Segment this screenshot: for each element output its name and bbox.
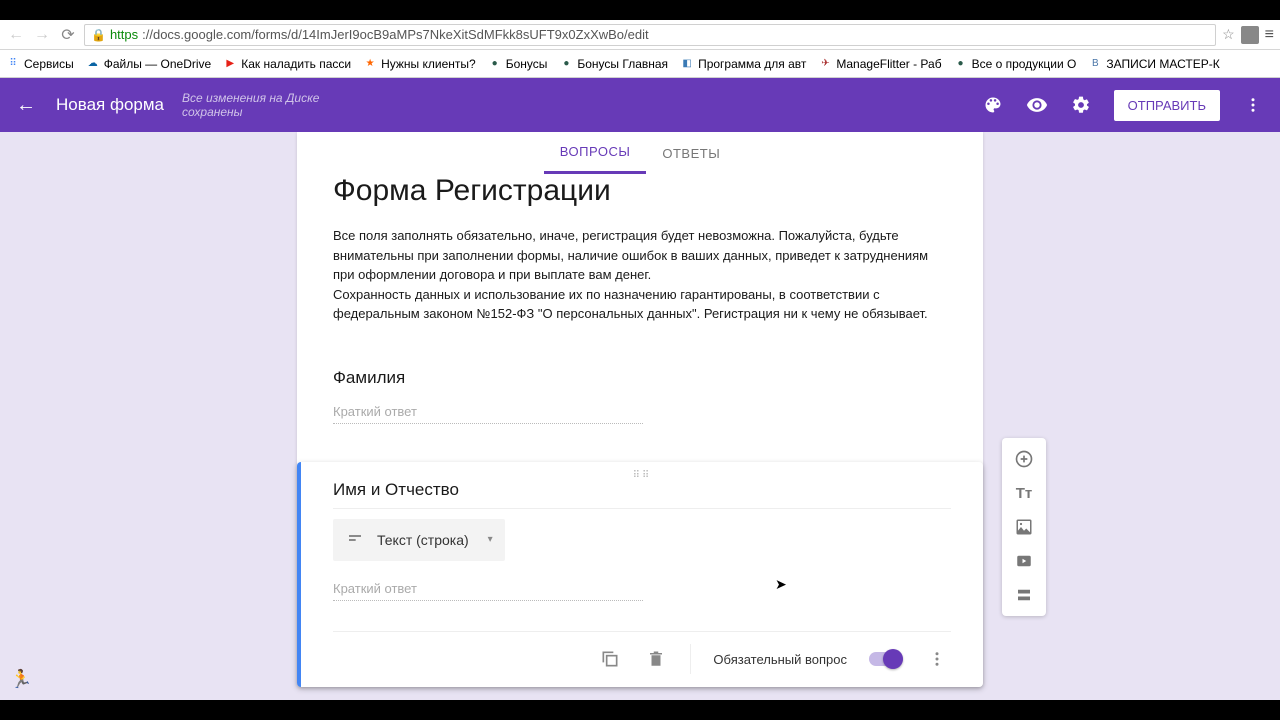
short-text-icon	[347, 530, 363, 549]
preview-icon[interactable]	[1026, 94, 1048, 116]
bookmark-star-icon[interactable]: ☆	[1222, 26, 1235, 43]
question-lastname[interactable]: Фамилия Краткий ответ	[333, 348, 947, 428]
send-button[interactable]: ОТПРАВИТЬ	[1114, 90, 1220, 121]
bookmark-item[interactable]: ▶ Как наладить пасси	[223, 57, 351, 71]
palette-icon[interactable]	[982, 94, 1004, 116]
accessibility-icon[interactable]: 🏃	[10, 669, 32, 690]
tab-responses[interactable]: ОТВЕТЫ	[646, 132, 736, 174]
bookmark-label: Как наладить пасси	[241, 57, 351, 71]
bookmark-item[interactable]: ✈ ManageFlitter - Раб	[818, 57, 941, 71]
bookmark-label: Сервисы	[24, 57, 74, 71]
bookmark-item[interactable]: ◧ Программа для авт	[680, 57, 806, 71]
bookmark-label: Нужны клиенты?	[381, 57, 476, 71]
question-title: Фамилия	[333, 368, 947, 388]
more-icon[interactable]	[1242, 94, 1264, 116]
forward-button[interactable]: →	[32, 25, 52, 45]
extension-icon[interactable]	[1241, 26, 1259, 44]
question-type-label: Текст (строка)	[377, 532, 469, 548]
bookmark-item[interactable]: ☁ Файлы — OneDrive	[86, 57, 211, 71]
bookmark-favicon: ◧	[680, 57, 694, 71]
form-name[interactable]: Новая форма	[56, 95, 164, 115]
question-name-patronymic-card[interactable]: ⠿⠿ Имя и Отчество Текст (строка) Краткий…	[297, 462, 983, 687]
lock-icon: 🔒	[91, 28, 106, 42]
bookmark-item[interactable]: ● Все о продукции О	[954, 57, 1077, 71]
bookmark-favicon: ●	[559, 57, 573, 71]
question-title-input[interactable]: Имя и Отчество	[333, 480, 951, 509]
bookmark-label: ManageFlitter - Раб	[836, 57, 941, 71]
bookmark-favicon: ▶	[223, 57, 237, 71]
bookmark-label: Бонусы	[506, 57, 548, 71]
bookmark-label: Программа для авт	[698, 57, 806, 71]
required-label: Обязательный вопрос	[713, 652, 847, 667]
bookmark-item[interactable]: ● Бонусы Главная	[559, 57, 668, 71]
bookmark-label: Бонусы Главная	[577, 57, 668, 71]
reload-button[interactable]: ⟳	[58, 25, 78, 45]
add-image-icon[interactable]	[1009, 512, 1039, 542]
question-type-dropdown[interactable]: Текст (строка)	[333, 519, 505, 561]
bookmark-item[interactable]: ⠿ Сервисы	[6, 57, 74, 71]
form-title[interactable]: Форма Регистрации	[333, 174, 947, 208]
add-video-icon[interactable]	[1009, 546, 1039, 576]
bookmark-favicon: В	[1088, 57, 1102, 71]
tabs: ВОПРОСЫ ОТВЕТЫ	[297, 132, 983, 174]
bookmark-favicon: ●	[954, 57, 968, 71]
url-protocol: https	[110, 27, 138, 42]
bookmark-label: ЗАПИСИ МАСТЕР-К	[1106, 57, 1219, 71]
save-status: Все изменения на Диске сохранены	[182, 91, 322, 120]
question-footer: Обязательный вопрос	[333, 631, 951, 687]
content-area: ВОПРОСЫ ОТВЕТЫ Форма Регистрации Все пол…	[0, 132, 1280, 700]
header-back-icon[interactable]: ←	[16, 94, 36, 117]
duplicate-icon[interactable]	[598, 647, 622, 671]
bookmark-label: Файлы — OneDrive	[104, 57, 211, 71]
bookmark-label: Все о продукции О	[972, 57, 1077, 71]
form-description[interactable]: Все поля заполнять обязательно, иначе, р…	[333, 226, 947, 324]
bookmark-favicon: ✈	[818, 57, 832, 71]
tab-questions[interactable]: ВОПРОСЫ	[544, 132, 647, 174]
add-section-icon[interactable]	[1009, 580, 1039, 610]
form-container: ВОПРОСЫ ОТВЕТЫ Форма Регистрации Все пол…	[297, 132, 983, 687]
url-rest: ://docs.google.com/forms/d/14ImJerI9ocB9…	[142, 27, 648, 42]
address-bar[interactable]: 🔒 https ://docs.google.com/forms/d/14ImJe…	[84, 24, 1216, 46]
browser-menu-icon[interactable]: ≡	[1265, 26, 1274, 44]
side-toolbar: Тт	[1002, 438, 1046, 616]
back-button[interactable]: ←	[6, 25, 26, 45]
bookmark-favicon: ●	[488, 57, 502, 71]
app-header: ← Новая форма Все изменения на Диске сох…	[0, 78, 1280, 132]
add-title-icon[interactable]: Тт	[1009, 478, 1039, 508]
short-answer-placeholder: Краткий ответ	[333, 404, 643, 424]
add-question-icon[interactable]	[1009, 444, 1039, 474]
bookmark-favicon: ⠿	[6, 57, 20, 71]
drag-handle-icon[interactable]: ⠿⠿	[633, 470, 652, 481]
settings-icon[interactable]	[1070, 94, 1092, 116]
bookmarks-bar: ⠿ Сервисы ☁ Файлы — OneDrive ▶ Как наладить п…	[0, 50, 1280, 78]
bookmark-favicon: ☁	[86, 57, 100, 71]
question-more-icon[interactable]	[925, 647, 949, 671]
short-answer-placeholder: Краткий ответ	[333, 581, 643, 601]
bookmark-item[interactable]: ● Бонусы	[488, 57, 548, 71]
delete-icon[interactable]	[644, 647, 668, 671]
browser-toolbar: ← → ⟳ 🔒 https ://docs.google.com/forms/d/…	[0, 20, 1280, 50]
bookmark-item[interactable]: ★ Нужны клиенты?	[363, 57, 476, 71]
required-toggle[interactable]	[869, 652, 903, 666]
bookmark-favicon: ★	[363, 57, 377, 71]
bookmark-item[interactable]: В ЗАПИСИ МАСТЕР-К	[1088, 57, 1219, 71]
